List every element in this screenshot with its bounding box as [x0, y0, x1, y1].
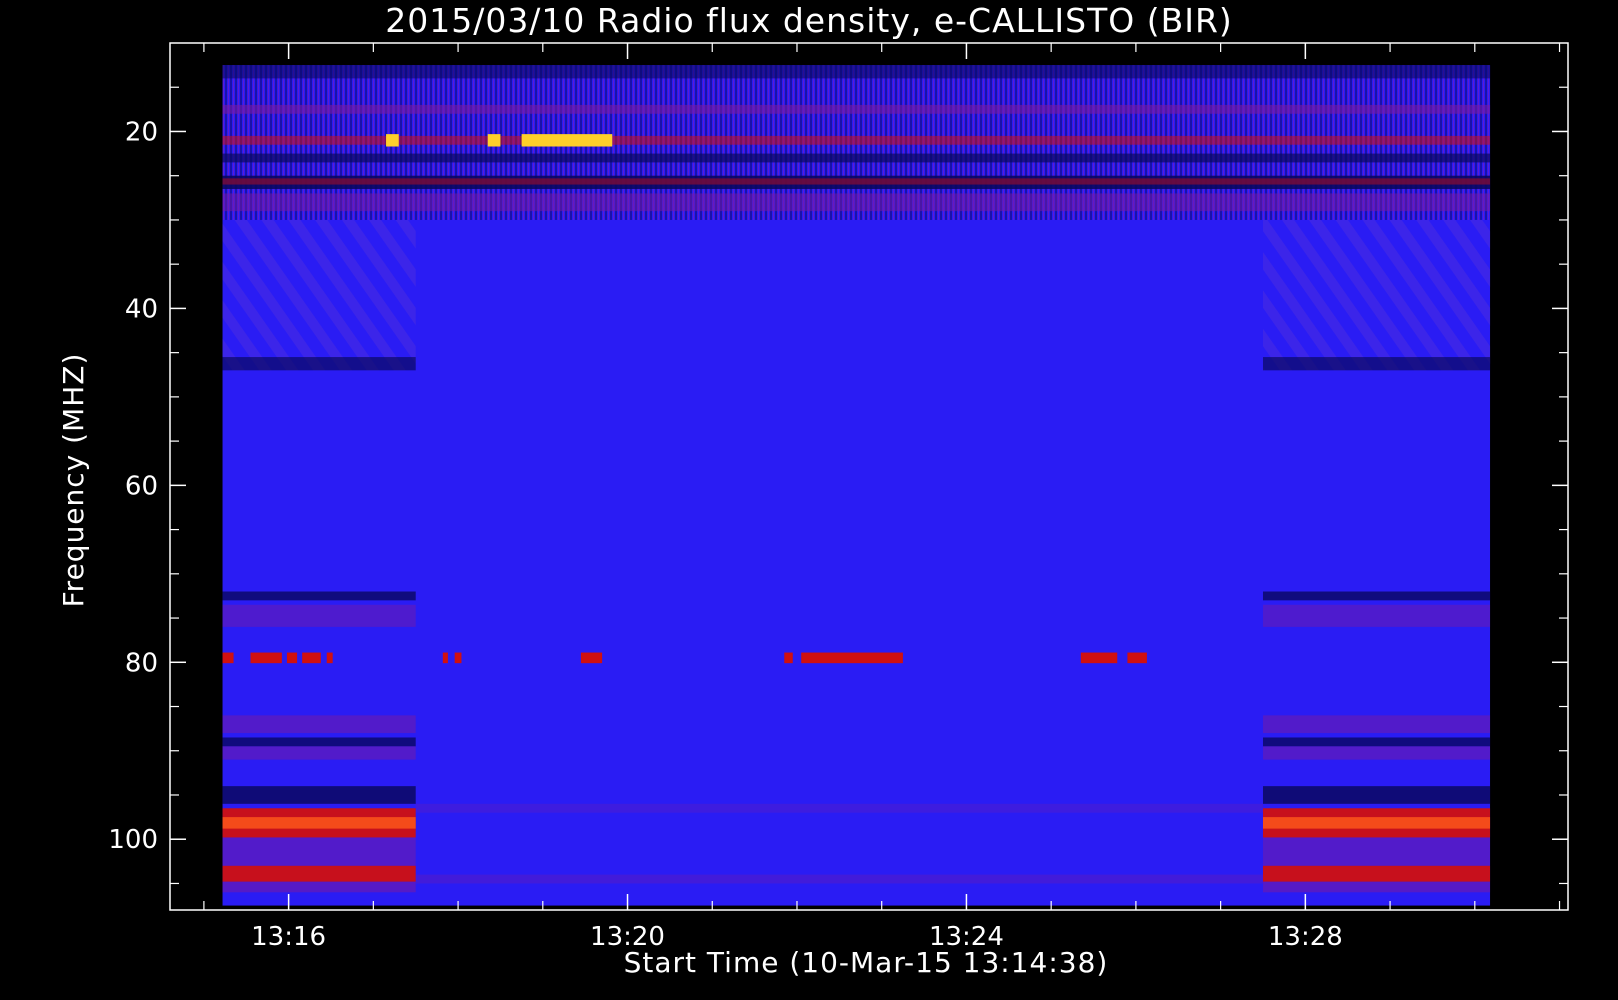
emission-segment — [442, 652, 448, 664]
heatmap-side-band — [222, 746, 416, 760]
heatmap-side-band — [1262, 786, 1491, 804]
heatmap-side-band — [222, 604, 416, 627]
heatmap-fringe-left — [222, 219, 416, 371]
emission-segment — [222, 652, 234, 664]
heatmap-band — [222, 153, 1491, 163]
heatmap-side-band — [222, 591, 416, 601]
heatmap-side-band — [222, 865, 416, 882]
y-tick-label: 40 — [125, 294, 158, 324]
intense-segment — [386, 134, 399, 147]
heatmap-side-band — [222, 357, 416, 371]
emission-segment — [250, 652, 282, 664]
heatmap-fringe-right — [1262, 219, 1491, 371]
heatmap-side-band — [1262, 591, 1491, 601]
heatmap-side-band — [1262, 604, 1491, 627]
emission-segment — [784, 652, 793, 664]
heatmap-mid-band — [415, 803, 1263, 813]
heatmap-layer — [222, 65, 1491, 906]
heatmap-band — [222, 178, 1491, 185]
intense-segment — [521, 134, 613, 147]
heatmap-side-band — [222, 881, 416, 893]
y-tick-label: 20 — [125, 117, 158, 147]
y-tick-label: 100 — [108, 825, 158, 855]
heatmap-side-band — [222, 786, 416, 804]
y-tick-label: 80 — [125, 648, 158, 678]
heatmap-band — [222, 135, 1491, 145]
emission-segment — [286, 652, 298, 664]
emission-segment — [302, 652, 321, 664]
heatmap-side-band — [222, 817, 416, 829]
emission-segment — [1127, 652, 1147, 664]
heatmap-side-band — [1262, 817, 1491, 829]
heatmap-side-band — [222, 715, 416, 734]
x-axis-label: Start Time (10-Mar-15 13:14:38) — [623, 946, 1109, 979]
heatmap-side-band — [1262, 746, 1491, 760]
heatmap-side-band — [1262, 357, 1491, 371]
heatmap-mid-band — [415, 874, 1263, 884]
heatmap-side-band — [222, 737, 416, 747]
y-axis-label: Frequency (MHZ) — [57, 352, 90, 608]
emission-segment — [454, 652, 462, 664]
heatmap-band — [222, 193, 1491, 212]
heatmap-side-band — [1262, 837, 1491, 866]
y-tick-label: 60 — [125, 471, 158, 501]
emission-segment — [1080, 652, 1118, 664]
heatmap-side-band — [1262, 715, 1491, 734]
heatmap-side-band — [222, 837, 416, 866]
emission-segment — [801, 652, 903, 664]
heatmap-band — [222, 104, 1491, 114]
heatmap-side-band — [1262, 865, 1491, 882]
heatmap-side-band — [1262, 881, 1491, 893]
intense-segment — [487, 134, 501, 147]
spectrogram-chart: 2040608010013:16 13:20 13:24 13:28 — [108, 42, 1569, 952]
emission-segment — [580, 652, 603, 664]
heatmap-side-band — [1262, 737, 1491, 747]
heatmap-band — [222, 65, 1491, 79]
emission-segment — [326, 652, 333, 664]
